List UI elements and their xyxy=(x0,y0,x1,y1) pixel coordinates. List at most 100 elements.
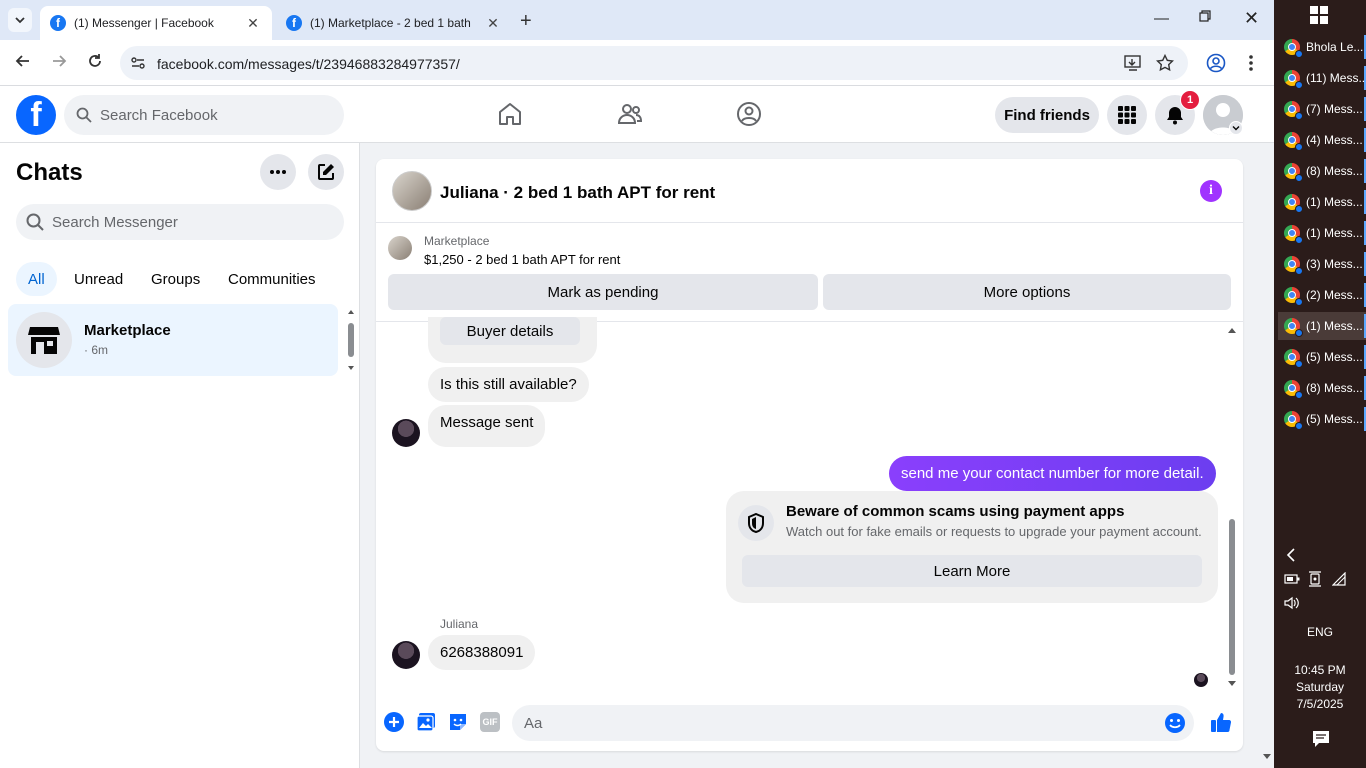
scrollbar-thumb[interactable] xyxy=(1229,519,1235,675)
taskbar-window-item[interactable]: (8) Mess... xyxy=(1278,157,1366,185)
menu-button[interactable] xyxy=(1107,95,1147,135)
gif-icon[interactable]: GIF xyxy=(480,712,500,732)
add-circle-icon[interactable] xyxy=(384,712,404,732)
taskbar-window-item[interactable]: (1) Mess... xyxy=(1278,312,1366,340)
friends-icon[interactable] xyxy=(617,101,643,127)
address-bar[interactable]: facebook.com/messages/t/2394688328497735… xyxy=(120,46,1188,80)
photo-icon[interactable] xyxy=(416,712,436,732)
filter-all[interactable]: All xyxy=(16,262,57,296)
message-bubble-outgoing[interactable]: send me your contact number for more det… xyxy=(889,456,1216,491)
taskbar-window-item[interactable]: (5) Mess... xyxy=(1278,405,1366,433)
maximize-button[interactable] xyxy=(1199,10,1211,22)
site-settings-icon[interactable] xyxy=(130,55,146,71)
taskbar-window-item[interactable]: (3) Mess... xyxy=(1278,250,1366,278)
chat-list-item[interactable]: Marketplace · 6m xyxy=(8,304,338,376)
groups-icon[interactable] xyxy=(736,101,762,127)
message-bubble[interactable]: 6268388091 xyxy=(428,635,536,670)
taskbar-window-item[interactable]: (11) Mess... xyxy=(1278,64,1366,92)
message-bubble[interactable]: Message sent xyxy=(428,405,546,447)
minimize-button[interactable]: — xyxy=(1154,10,1169,27)
taskbar-window-item[interactable]: (5) Mess... xyxy=(1278,343,1366,371)
taskbar-window-title: (3) Mess... xyxy=(1306,257,1363,271)
info-icon[interactable]: i xyxy=(1200,180,1222,202)
back-icon[interactable] xyxy=(14,52,32,70)
sender-avatar[interactable] xyxy=(392,641,420,669)
forward-icon[interactable] xyxy=(50,52,68,70)
facebook-search-input[interactable]: Search Facebook xyxy=(64,95,344,135)
sender-avatar[interactable] xyxy=(392,419,420,447)
chat-time: · 6m xyxy=(84,343,108,357)
reload-icon[interactable] xyxy=(86,52,104,70)
close-tab-icon[interactable]: ✕ xyxy=(244,15,262,32)
conversation-header: Juliana · 2 bed 1 bath APT for rent i xyxy=(376,159,1243,223)
chrome-icon xyxy=(1284,101,1303,120)
close-tab-icon[interactable]: ✕ xyxy=(484,15,502,32)
taskbar-window-item[interactable]: (1) Mess... xyxy=(1278,219,1366,247)
chat-options-button[interactable] xyxy=(260,154,296,190)
buyer-details-button[interactable]: Buyer details xyxy=(440,317,580,345)
new-message-button[interactable] xyxy=(308,154,344,190)
page-scroll-down-icon[interactable] xyxy=(1261,752,1273,762)
marketplace-avatar xyxy=(16,312,72,368)
chrome-icon xyxy=(1284,287,1303,306)
find-friends-button[interactable]: Find friends xyxy=(995,97,1099,133)
message-composer: GIF Aa xyxy=(376,699,1243,751)
tab-search-button[interactable] xyxy=(8,8,32,32)
wifi-icon[interactable] xyxy=(1332,572,1346,586)
message-input[interactable]: Aa xyxy=(512,705,1194,741)
clock-time[interactable]: 10:45 PM xyxy=(1274,663,1366,677)
taskbar-window-item[interactable]: (8) Mess... xyxy=(1278,374,1366,402)
search-icon xyxy=(26,213,44,231)
volume-icon[interactable] xyxy=(1284,596,1300,610)
restore-icon xyxy=(1199,10,1211,22)
taskbar-window-title: (8) Mess... xyxy=(1306,381,1363,395)
install-app-icon[interactable] xyxy=(1124,55,1142,71)
profile-icon[interactable] xyxy=(1206,53,1226,73)
taskbar-window-item[interactable]: (7) Mess... xyxy=(1278,95,1366,123)
sidebar-scrollbar[interactable] xyxy=(345,306,357,376)
more-options-button[interactable]: More options xyxy=(823,274,1231,310)
bookmark-star-icon[interactable] xyxy=(1156,54,1174,72)
language-indicator[interactable]: ENG xyxy=(1274,625,1366,639)
taskbar-window-item[interactable]: (4) Mess... xyxy=(1278,126,1366,154)
taskbar-window-item[interactable]: (1) Mess... xyxy=(1278,188,1366,216)
tab-marketplace[interactable]: f (1) Marketplace - 2 bed 1 bath ✕ xyxy=(276,6,512,40)
close-window-button[interactable]: ✕ xyxy=(1244,8,1259,29)
taskbar-window-item[interactable]: (2) Mess... xyxy=(1278,281,1366,309)
device-icon[interactable] xyxy=(1308,571,1322,587)
new-tab-button[interactable]: + xyxy=(520,10,532,33)
facebook-logo-icon[interactable]: f xyxy=(16,95,56,135)
messenger-search-input[interactable]: Search Messenger xyxy=(16,204,344,240)
chat-name: Marketplace xyxy=(84,322,171,339)
battery-icon[interactable] xyxy=(1284,573,1300,585)
scam-warning-text: Watch out for fake emails or requests to… xyxy=(786,524,1202,539)
chrome-icon xyxy=(1284,349,1303,368)
contact-avatar[interactable] xyxy=(392,171,432,211)
read-receipt-avatar xyxy=(1194,673,1208,687)
filter-unread[interactable]: Unread xyxy=(62,262,135,296)
message-bubble[interactable]: Is this still available? xyxy=(428,367,589,402)
storefront-icon xyxy=(28,327,60,354)
thumbs-up-icon[interactable] xyxy=(1210,711,1232,733)
chevron-left-icon[interactable] xyxy=(1286,548,1296,562)
conversation-title[interactable]: Juliana · 2 bed 1 bath APT for rent xyxy=(440,183,715,203)
account-menu-chevron[interactable] xyxy=(1229,121,1243,135)
more-vert-icon[interactable] xyxy=(1248,54,1254,72)
listing-thumbnail[interactable] xyxy=(388,236,412,260)
taskbar-window-item[interactable]: Bhola Le... xyxy=(1278,33,1366,61)
filter-groups[interactable]: Groups xyxy=(139,262,212,296)
chrome-icon xyxy=(1284,225,1303,244)
learn-more-button[interactable]: Learn More xyxy=(742,555,1202,587)
sticker-icon[interactable] xyxy=(448,712,468,732)
home-icon[interactable] xyxy=(497,101,523,127)
marketplace-label: Marketplace xyxy=(424,234,490,248)
notifications-center-icon[interactable] xyxy=(1312,730,1330,748)
windows-start-icon[interactable] xyxy=(1310,6,1328,24)
emoji-icon[interactable] xyxy=(1164,712,1186,734)
filter-communities[interactable]: Communities xyxy=(216,262,328,296)
taskbar-window-title: (8) Mess... xyxy=(1306,164,1363,178)
listing-title[interactable]: $1,250 - 2 bed 1 bath APT for rent xyxy=(424,252,620,267)
tab-messenger[interactable]: f (1) Messenger | Facebook ✕ xyxy=(40,6,272,40)
chrome-icon xyxy=(1284,380,1303,399)
mark-as-pending-button[interactable]: Mark as pending xyxy=(388,274,818,310)
